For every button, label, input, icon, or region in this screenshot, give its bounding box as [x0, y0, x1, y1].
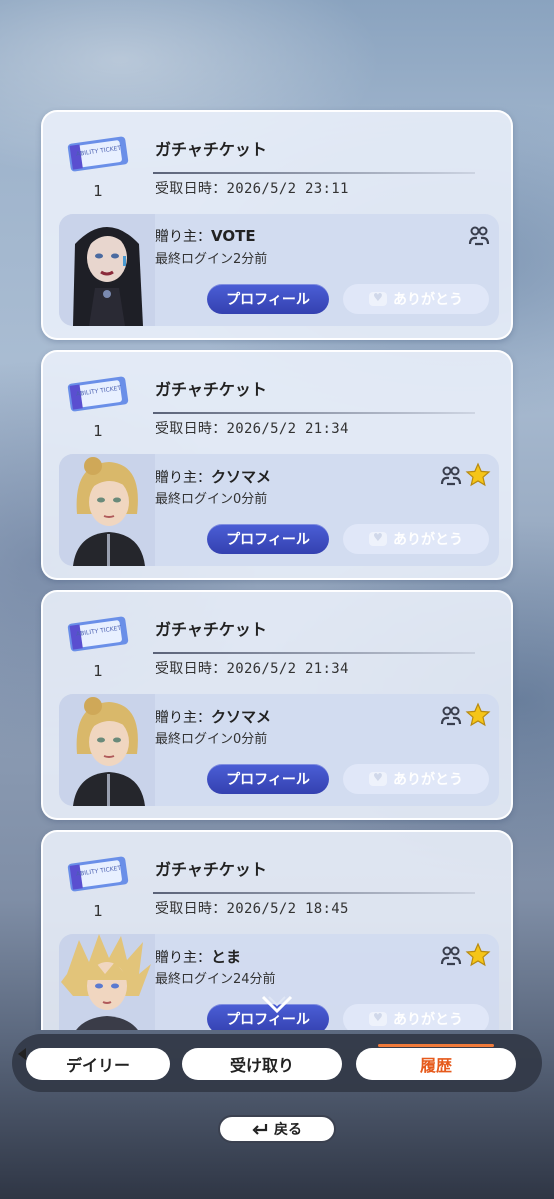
thanks-button[interactable]: ありがとう	[343, 1004, 489, 1030]
back-label: 戻る	[274, 1122, 302, 1138]
thanks-label: ありがとう	[393, 772, 463, 788]
profile-button[interactable]: プロフィール	[207, 524, 329, 554]
return-arrow-icon	[252, 1124, 268, 1135]
item-quantity: 1	[93, 182, 103, 200]
ticket-icon: ABILITY TICKET	[67, 136, 129, 172]
avatar-blonde[interactable]	[59, 694, 155, 806]
heart-icon	[369, 771, 387, 786]
heart-icon	[369, 1011, 387, 1026]
tab-bar: デイリー 受け取り 履歴	[12, 1034, 542, 1092]
avatar-spiky-blond[interactable]	[59, 934, 155, 1030]
gift-card: ABILITY TICKET 1 ガチャチケット 受取日時：2026/5/2 2…	[41, 350, 513, 580]
back-button[interactable]: 戻る	[218, 1115, 336, 1143]
thanks-label: ありがとう	[393, 292, 463, 308]
last-login: 最終ログイン0分前	[155, 732, 268, 747]
sender-name: クソマメ	[211, 468, 272, 486]
divider	[153, 652, 475, 654]
ticket-icon: ABILITY TICKET	[67, 376, 129, 412]
item-name: ガチャチケット	[155, 140, 267, 159]
sender-panel: 贈り主：クソマメ 最終ログイン0分前 プロフィール ありがとう	[59, 694, 499, 806]
favorite-star-icon[interactable]	[465, 702, 491, 728]
received-date: 受取日時：2026/5/2 21:34	[155, 661, 349, 677]
sender-name: とま	[211, 948, 242, 966]
tab-receive[interactable]: 受け取り	[182, 1048, 342, 1080]
mutual-follow-icon	[440, 946, 462, 966]
last-login: 最終ログイン2分前	[155, 252, 268, 267]
gift-card: ABILITY TICKET 1 ガチャチケット 受取日時：2026/5/2 2…	[41, 590, 513, 820]
divider	[153, 892, 475, 894]
profile-button[interactable]: プロフィール	[207, 764, 329, 794]
profile-button[interactable]: プロフィール	[207, 284, 329, 314]
favorite-star-icon[interactable]	[465, 942, 491, 968]
divider	[153, 412, 475, 414]
thanks-label: ありがとう	[393, 1012, 463, 1028]
sender-panel: 贈り主：VOTE 最終ログイン2分前 プロフィール ありがとう	[59, 214, 499, 326]
gift-history-list[interactable]: ABILITY TICKET 1 ガチャチケット 受取日時：2026/5/2 2…	[0, 0, 554, 1030]
tab-history[interactable]: 履歴	[356, 1044, 516, 1080]
tab-scroll-left-icon[interactable]	[18, 1048, 26, 1060]
thanks-button[interactable]: ありがとう	[343, 764, 489, 794]
last-login: 最終ログイン24分前	[155, 972, 276, 987]
received-date: 受取日時：2026/5/2 21:34	[155, 421, 349, 437]
ticket-icon: ABILITY TICKET	[67, 616, 129, 652]
last-login: 最終ログイン0分前	[155, 492, 268, 507]
sender-label: 贈り主：	[155, 229, 211, 245]
favorite-star-icon[interactable]	[465, 462, 491, 488]
mutual-follow-icon	[440, 466, 462, 486]
mutual-follow-icon	[468, 226, 490, 246]
item-quantity: 1	[93, 902, 103, 920]
sender-label: 贈り主：	[155, 950, 211, 966]
ticket-icon: ABILITY TICKET	[67, 856, 129, 892]
received-date: 受取日時：2026/5/2 18:45	[155, 901, 349, 917]
sender-name: クソマメ	[211, 708, 272, 726]
received-date: 受取日時：2026/5/2 23:11	[155, 181, 349, 197]
sender-label: 贈り主：	[155, 710, 211, 726]
item-name: ガチャチケット	[155, 380, 267, 399]
divider	[153, 172, 475, 174]
thanks-button[interactable]: ありがとう	[343, 524, 489, 554]
gift-card: ABILITY TICKET 1 ガチャチケット 受取日時：2026/5/2 2…	[41, 110, 513, 340]
sender-label: 贈り主：	[155, 470, 211, 486]
tab-daily[interactable]: デイリー	[26, 1048, 170, 1080]
mutual-follow-icon	[440, 706, 462, 726]
avatar-blonde[interactable]	[59, 454, 155, 566]
item-name: ガチャチケット	[155, 860, 267, 879]
heart-icon	[369, 291, 387, 306]
sender-panel: 贈り主：クソマメ 最終ログイン0分前 プロフィール ありがとう	[59, 454, 499, 566]
item-name: ガチャチケット	[155, 620, 267, 639]
thanks-button[interactable]: ありがとう	[343, 284, 489, 314]
thanks-label: ありがとう	[393, 532, 463, 548]
avatar-dark-hair[interactable]	[59, 214, 155, 326]
heart-icon	[369, 531, 387, 546]
sender-panel: 贈り主：とま 最終ログイン24分前 プロフィール ありがとう	[59, 934, 499, 1030]
item-quantity: 1	[93, 422, 103, 440]
item-quantity: 1	[93, 662, 103, 680]
scroll-down-indicator-icon[interactable]	[259, 993, 295, 1015]
sender-name: VOTE	[211, 227, 256, 245]
